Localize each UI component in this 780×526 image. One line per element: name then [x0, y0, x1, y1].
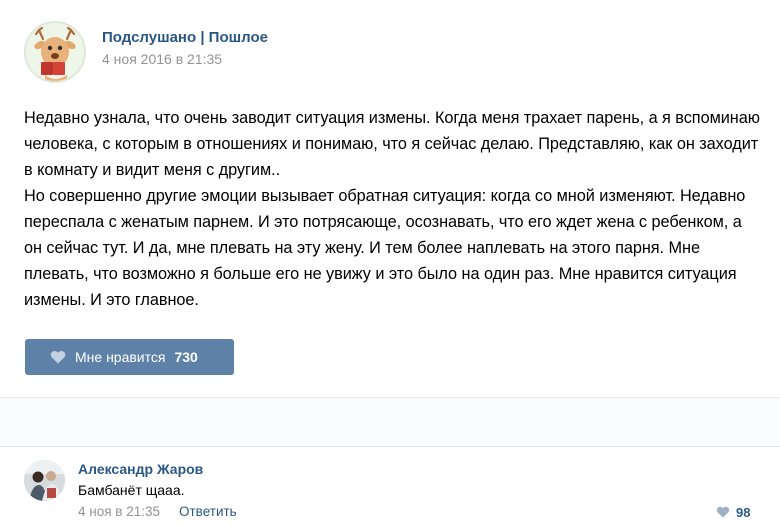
- heart-icon: [50, 350, 66, 364]
- comment-date[interactable]: 4 ноя в 21:35: [78, 503, 160, 521]
- comment-like-count: 98: [736, 504, 751, 520]
- post-date[interactable]: 4 ноя 2016 в 21:35: [102, 49, 268, 69]
- post-page: Подслушано | Пошлое 4 ноя 2016 в 21:35 Н…: [0, 0, 780, 526]
- reply-link[interactable]: Ответить: [179, 503, 237, 521]
- divider: [0, 446, 780, 447]
- like-label: Мне нравится: [75, 349, 166, 365]
- post-paragraph: Недавно узнала, что очень заводит ситуац…: [24, 109, 760, 179]
- deer-avatar-icon[interactable]: [24, 21, 86, 83]
- comment-author-link[interactable]: Александр Жаров: [78, 460, 203, 478]
- section-gap: [0, 398, 780, 446]
- post-header-text: Подслушано | Пошлое 4 ноя 2016 в 21:35: [102, 28, 268, 69]
- comment-like-button[interactable]: 98: [716, 503, 750, 521]
- like-count: 730: [174, 349, 198, 365]
- like-button[interactable]: Мне нравится 730: [25, 339, 234, 375]
- post-paragraph: Но совершенно другие эмоции вызывает обр…: [24, 187, 746, 309]
- group-name-link[interactable]: Подслушано | Пошлое: [102, 28, 268, 48]
- heart-icon: [716, 506, 730, 518]
- post-header: Подслушано | Пошлое 4 ноя 2016 в 21:35: [24, 21, 268, 83]
- comment-author-avatar[interactable]: [24, 460, 65, 501]
- post-text: Недавно узнала, что очень заводит ситуац…: [24, 105, 764, 313]
- comment-text: Бамбанёт щааа.: [78, 482, 185, 498]
